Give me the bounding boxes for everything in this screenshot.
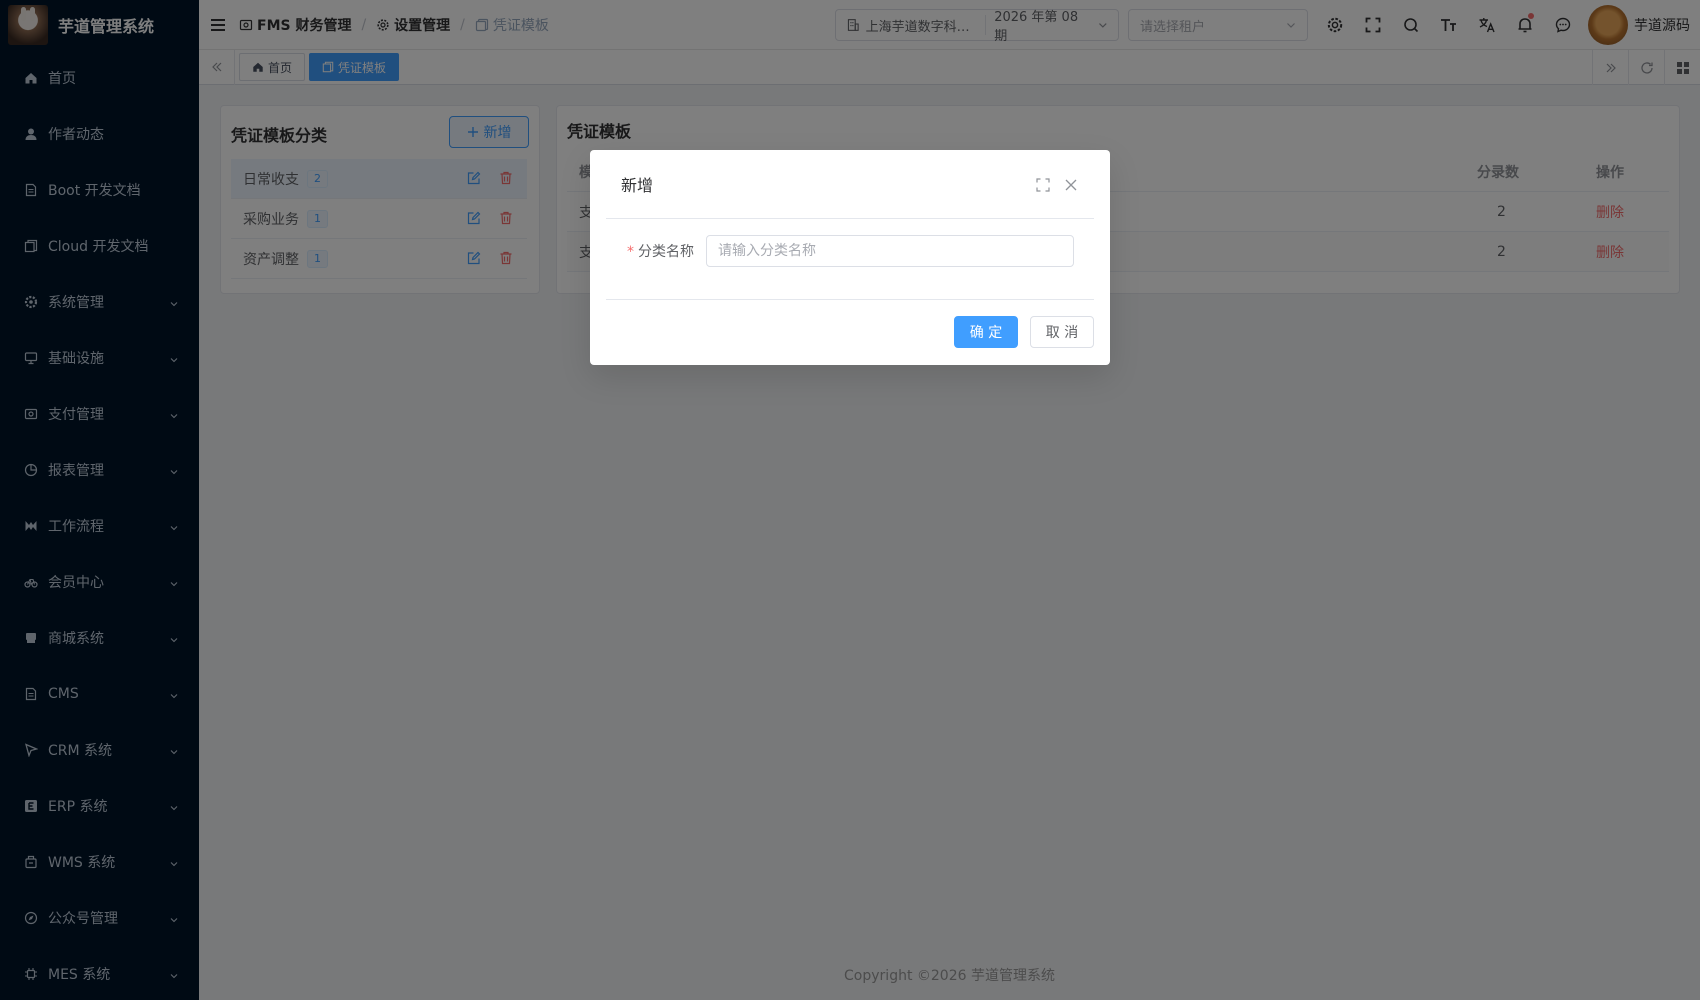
dialog-footer: 确 定 取 消	[606, 299, 1094, 365]
dialog-header: 新增	[606, 150, 1094, 219]
add-category-dialog: 新增 *分类名称 确 定 取 消	[590, 150, 1110, 365]
field-label: 分类名称	[638, 244, 694, 260]
dialog-title: 新增	[621, 176, 654, 195]
category-name-form-item: * 分类名称	[606, 235, 1094, 267]
dialog-header-icons	[1036, 178, 1078, 192]
required-mark: *	[627, 244, 634, 260]
cancel-button[interactable]: 取 消	[1030, 316, 1094, 348]
fullscreen-icon[interactable]	[1036, 178, 1050, 192]
category-name-label: * 分类名称	[606, 241, 706, 261]
close-icon[interactable]	[1064, 178, 1078, 192]
category-name-input[interactable]	[706, 235, 1074, 267]
confirm-button[interactable]: 确 定	[954, 316, 1018, 348]
